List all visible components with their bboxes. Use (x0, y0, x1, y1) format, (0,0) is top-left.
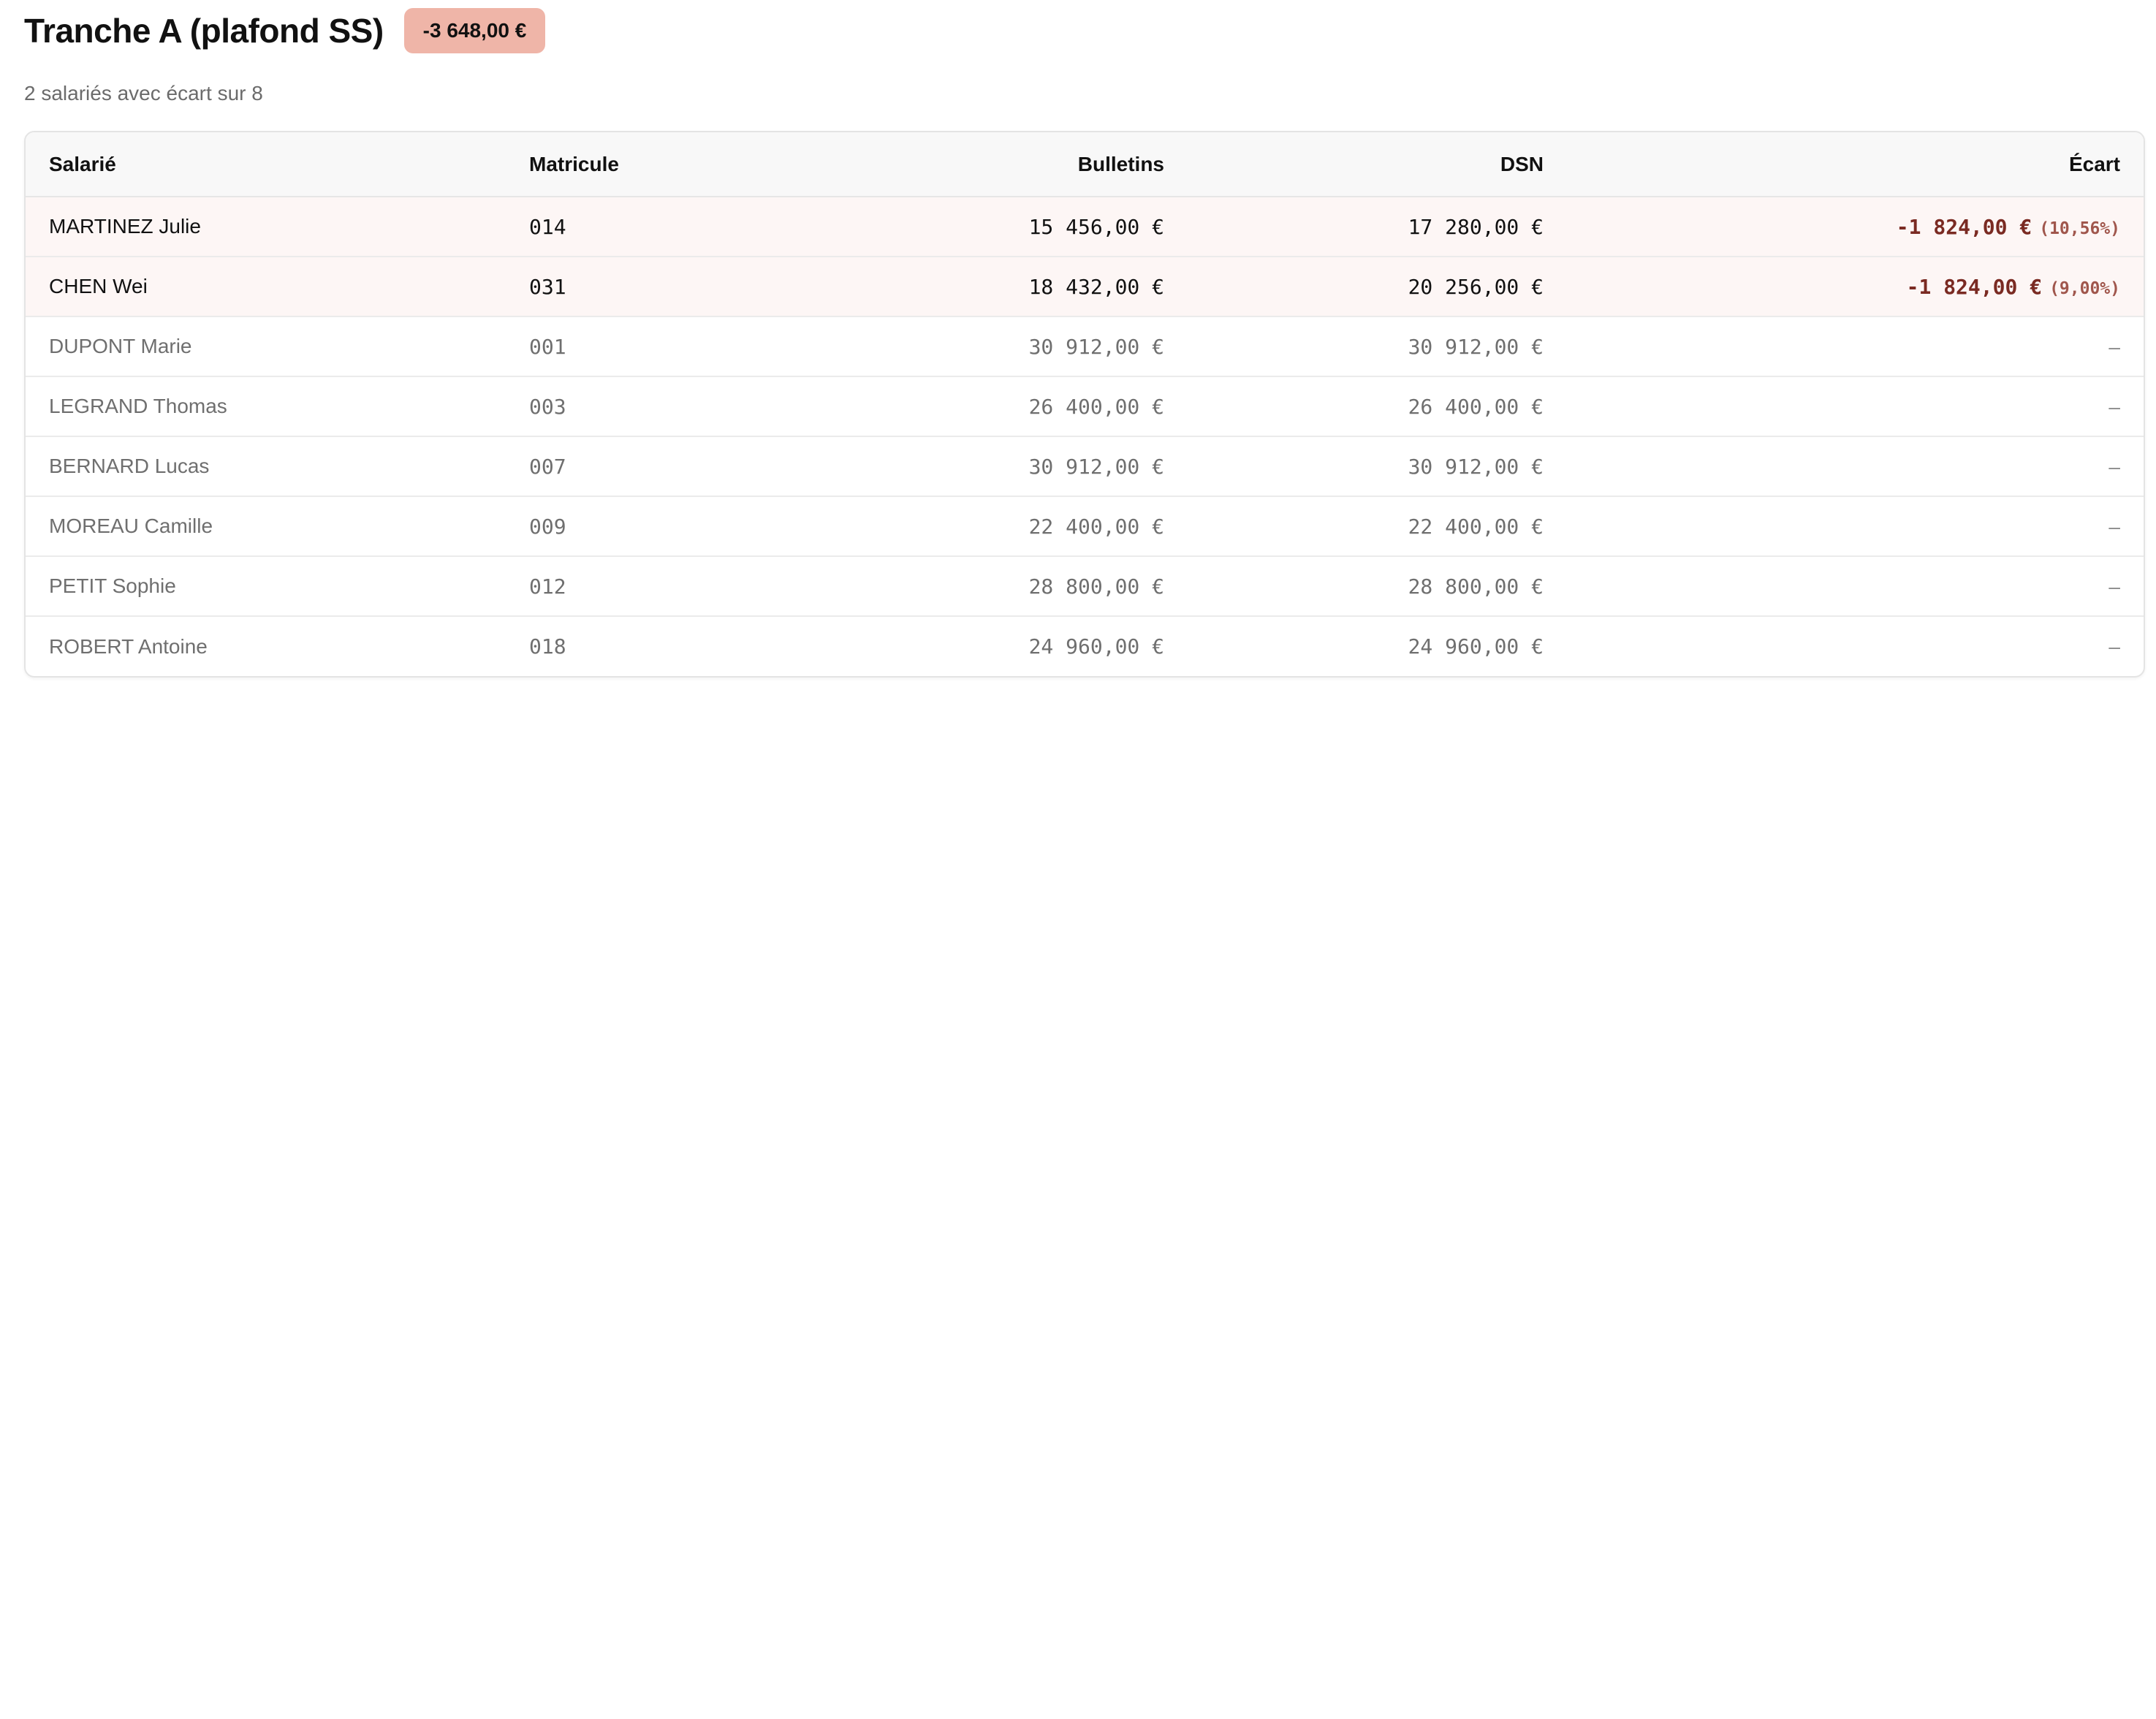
ecart-percentage: (9,00%) (2049, 278, 2120, 298)
table-row[interactable]: PETIT Sophie 012 28 800,00 € 28 800,00 €… (26, 555, 2144, 616)
cell-dsn: 30 912,00 € (1188, 436, 1567, 496)
cell-dsn: 28 800,00 € (1188, 555, 1567, 616)
ecart-amount: -1 824,00 € (1906, 274, 2043, 299)
table-row[interactable]: DUPONT Marie 001 30 912,00 € 30 912,00 €… (26, 316, 2144, 376)
column-header-salarie[interactable]: Salarié (26, 132, 506, 197)
table-row[interactable]: ROBERT Antoine 018 24 960,00 € 24 960,00… (26, 615, 2144, 676)
cell-dsn: 20 256,00 € (1188, 256, 1567, 316)
cell-bulletins: 24 960,00 € (762, 615, 1188, 676)
cell-salarie: MARTINEZ Julie (49, 215, 201, 238)
cell-matricule: 018 (506, 615, 762, 676)
column-header-dsn[interactable]: DSN (1188, 132, 1567, 197)
cell-matricule: 014 (529, 214, 566, 239)
cell-salarie: DUPONT Marie (26, 316, 506, 376)
table-header-row: Salarié Matricule Bulletins DSN Écart (26, 132, 2144, 197)
column-header-matricule[interactable]: Matricule (506, 132, 762, 197)
section-header: Tranche A (plafond SS) -3 648,00 € (24, 0, 2144, 61)
cell-matricule: 009 (506, 496, 762, 556)
cell-dsn: 30 912,00 € (1188, 316, 1567, 376)
table-row[interactable]: LEGRAND Thomas 003 26 400,00 € 26 400,00… (26, 376, 2144, 436)
page: Tranche A (plafond SS) -3 648,00 € 2 sal… (24, 0, 2145, 678)
cell-matricule: 012 (506, 555, 762, 616)
cell-ecart: – (1567, 436, 2144, 496)
cell-dsn: 17 280,00 € (1408, 214, 1544, 239)
no-ecart-dash: – (2108, 635, 2120, 658)
page-title: Tranche A (plafond SS) (24, 12, 384, 50)
ecart-amount: -1 824,00 € (1896, 214, 2032, 239)
ecart-percentage: (10,56%) (2039, 219, 2120, 238)
table-row[interactable]: MOREAU Camille 009 22 400,00 € 22 400,00… (26, 496, 2144, 556)
cell-matricule: 003 (506, 376, 762, 436)
cell-salarie: CHEN Wei (26, 256, 506, 316)
cell-salarie: MOREAU Camille (26, 496, 506, 556)
cell-ecart: – (1567, 376, 2144, 436)
cell-bulletins: 18 432,00 € (762, 256, 1188, 316)
cell-matricule: 007 (506, 436, 762, 496)
cell-bulletins: 15 456,00 € (1028, 214, 1164, 239)
column-header-bulletins[interactable]: Bulletins (762, 132, 1188, 197)
cell-ecart: -1 824,00 € (9,00%) (1567, 256, 2144, 316)
table-row[interactable]: CHEN Wei 031 18 432,00 € 20 256,00 € -1 … (26, 256, 2144, 316)
column-header-ecart[interactable]: Écart (1567, 132, 2144, 197)
no-ecart-dash: – (2108, 574, 2120, 598)
cell-bulletins: 26 400,00 € (762, 376, 1188, 436)
ecart-table: Salarié Matricule Bulletins DSN Écart MA… (26, 132, 2144, 676)
cell-ecart: – (1567, 615, 2144, 676)
cell-salarie: LEGRAND Thomas (26, 376, 506, 436)
cell-bulletins: 22 400,00 € (762, 496, 1188, 556)
cell-ecart: – (1567, 496, 2144, 556)
cell-bulletins: 30 912,00 € (762, 436, 1188, 496)
table-row[interactable]: BERNARD Lucas 007 30 912,00 € 30 912,00 … (26, 436, 2144, 496)
total-ecart-badge: -3 648,00 € (403, 8, 546, 53)
no-ecart-dash: – (2108, 335, 2120, 358)
cell-bulletins: 30 912,00 € (762, 316, 1188, 376)
cell-ecart: – (1567, 316, 2144, 376)
ecart-table-card: Salarié Matricule Bulletins DSN Écart MA… (24, 131, 2145, 678)
cell-dsn: 24 960,00 € (1188, 615, 1567, 676)
cell-salarie: PETIT Sophie (26, 555, 506, 616)
no-ecart-dash: – (2108, 515, 2120, 538)
no-ecart-dash: – (2108, 455, 2120, 478)
cell-ecart: – (1567, 555, 2144, 616)
cell-matricule: 001 (506, 316, 762, 376)
table-row[interactable]: MARTINEZ Julie 014 15 456,00 € 17 280,00… (26, 197, 2144, 257)
cell-matricule: 031 (506, 256, 762, 316)
cell-ecart: -1 824,00 € (10,56%) (1567, 197, 2144, 257)
cell-dsn: 26 400,00 € (1188, 376, 1567, 436)
no-ecart-dash: – (2108, 395, 2120, 418)
cell-dsn: 22 400,00 € (1188, 496, 1567, 556)
cell-salarie: ROBERT Antoine (26, 615, 506, 676)
cell-bulletins: 28 800,00 € (762, 555, 1188, 616)
summary-subtitle: 2 salariés avec écart sur 8 (24, 82, 263, 105)
cell-salarie: BERNARD Lucas (26, 436, 506, 496)
